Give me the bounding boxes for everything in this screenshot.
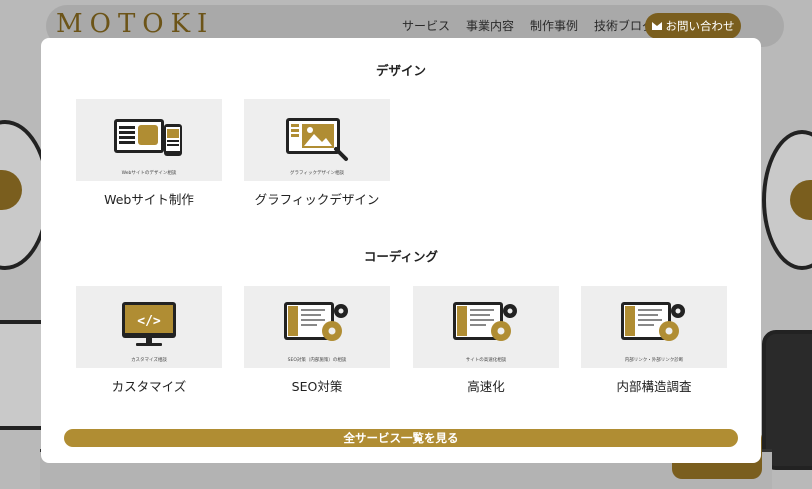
nav-item-business[interactable]: 事業内容 [466,17,514,34]
service-card-customize[interactable]: </> カスタマイズ相談 カスタマイズ [76,286,222,395]
card-image: 内部リンク・外部リンク診断 [581,286,727,368]
seo-gear-illustration-icon [284,302,348,341]
site-logo[interactable]: MOTOKI [56,9,214,39]
service-card-web[interactable]: Webサイトのデザイン相談 Webサイト制作 [76,99,222,208]
card-label: 内部構造調査 [616,379,692,394]
service-card-seo[interactable]: SEO対策（内部施策）の相談 SEO対策 [244,286,390,395]
card-caption: サイトの高速化相談 [465,358,507,363]
card-label: 高速化 [467,379,505,394]
services-modal: デザイン Webサイトのデザイン相談 Webサイト制作 グラフィックデザイン相談… [41,38,761,463]
card-label: SEO対策 [291,379,343,394]
speed-gear-illustration-icon [453,302,517,341]
card-image: </> カスタマイズ相談 [76,286,222,368]
card-caption: 内部リンク・外部リンク診断 [624,358,684,363]
service-card-structure[interactable]: 内部リンク・外部リンク診断 内部構造調査 [581,286,727,395]
graphic-design-illustration-icon [286,118,348,161]
service-card-speed[interactable]: サイトの高速化相談 高速化 [413,286,559,395]
card-image: サイトの高速化相談 [413,286,559,368]
card-label: グラフィックデザイン [254,192,380,207]
card-caption: カスタマイズ相談 [131,358,167,363]
card-image: SEO対策（内部施策）の相談 [244,286,390,368]
contact-button-label: お問い合わせ [665,19,735,33]
all-services-button[interactable]: 全サービス一覧を見る [64,429,738,447]
section-title-coding: コーディング [363,249,439,264]
mail-icon [651,22,662,30]
card-caption: グラフィックデザイン相談 [290,171,344,176]
section-title-design: デザイン [375,63,426,78]
card-image: Webサイトのデザイン相談 [76,99,222,181]
nav-item-works[interactable]: 制作事例 [530,17,578,34]
main-nav: サービス 事業内容 制作事例 技術ブログ [402,17,654,34]
link-gear-illustration-icon [621,302,685,341]
web-design-illustration-icon [114,119,182,156]
card-label: Webサイト制作 [104,192,194,207]
service-card-graphic[interactable]: グラフィックデザイン相談 グラフィックデザイン [244,99,390,208]
card-label: カスタマイズ [111,379,187,394]
card-image: グラフィックデザイン相談 [244,99,390,181]
code-monitor-illustration-icon: </> [122,302,176,346]
svg-text:</>: </> [137,314,161,329]
card-caption: Webサイトのデザイン相談 [121,171,177,176]
nav-item-services[interactable]: サービス [402,17,450,34]
card-caption: SEO対策（内部施策）の相談 [287,358,347,363]
contact-button[interactable]: お問い合わせ [645,13,741,39]
